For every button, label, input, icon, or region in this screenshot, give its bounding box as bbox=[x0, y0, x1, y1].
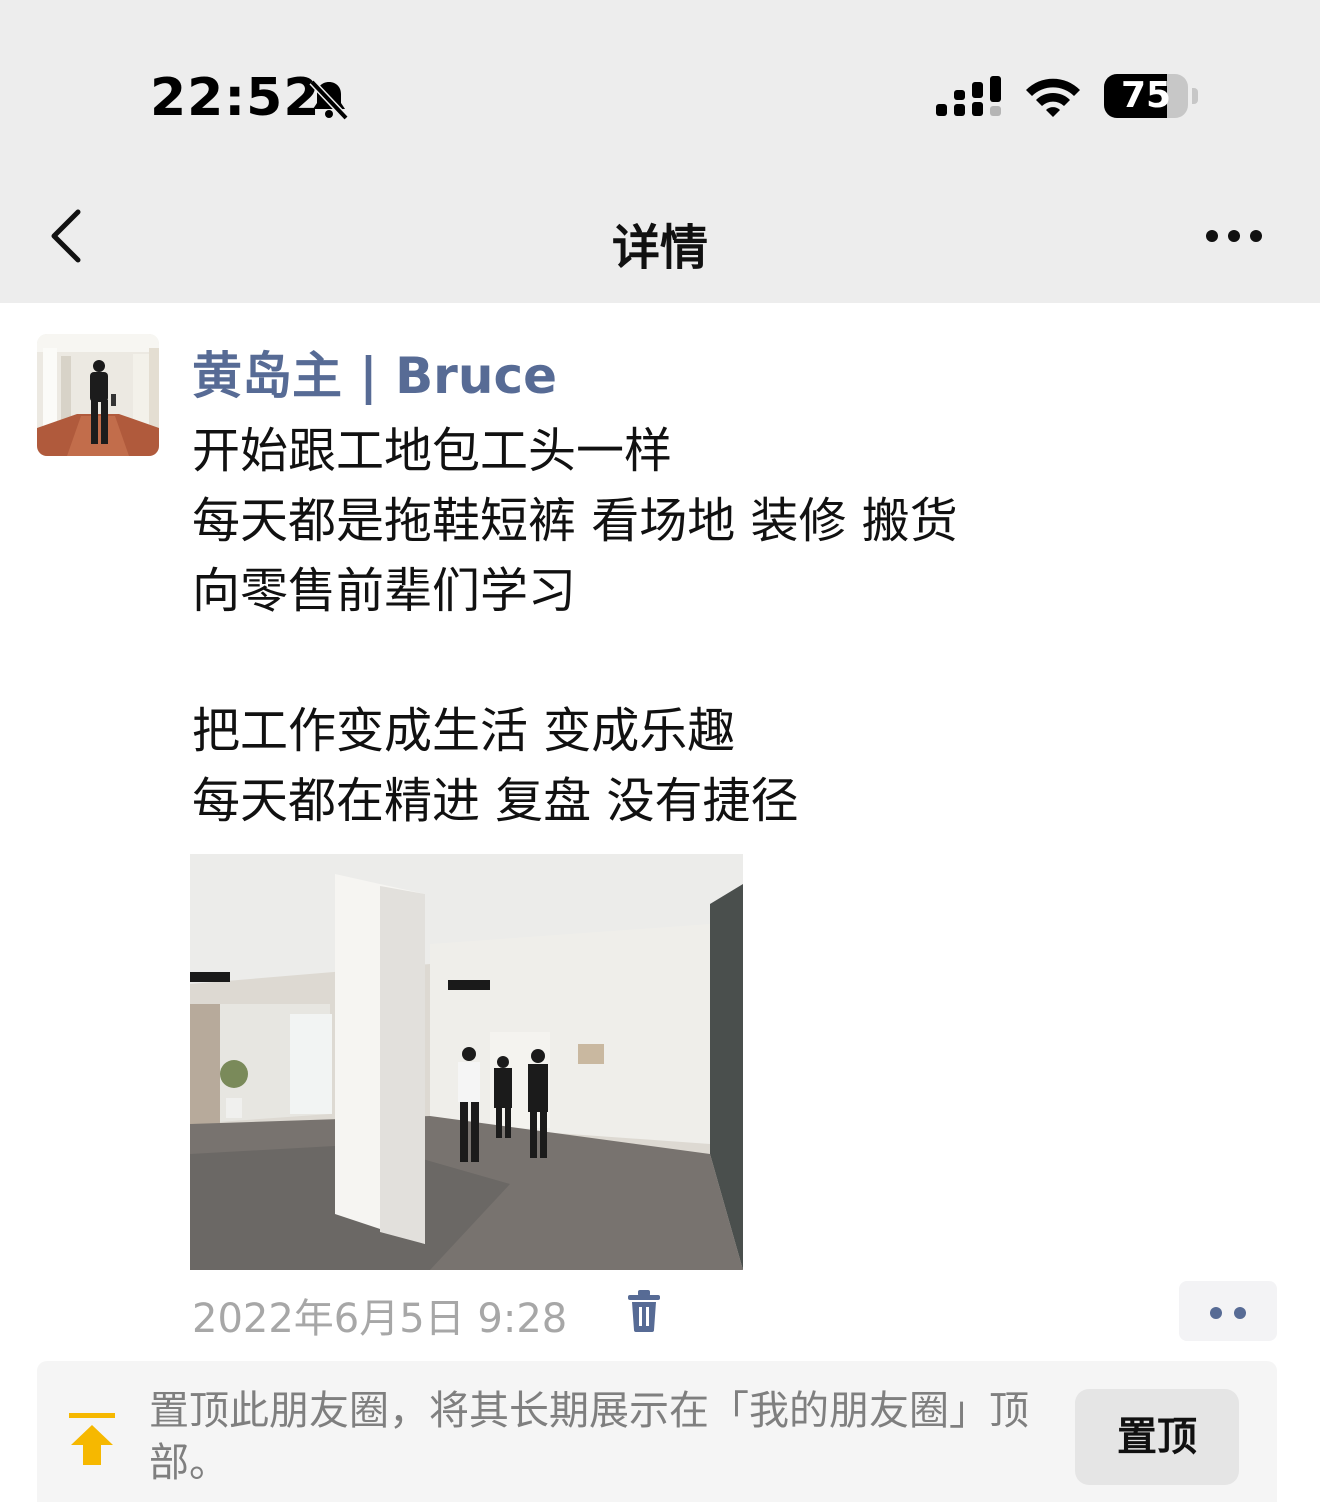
post-line: 向零售前辈们学习 bbox=[192, 563, 577, 619]
dot-icon bbox=[1210, 1307, 1222, 1319]
post-line: 每天都是拖鞋短裤 看场地 装修 搬货 bbox=[192, 493, 958, 549]
top-bar: 22:52 75 详情 bbox=[0, 0, 1320, 303]
pin-top-icon bbox=[69, 1413, 115, 1465]
room-photo bbox=[190, 854, 743, 1270]
post-actions-button[interactable] bbox=[1179, 1281, 1277, 1341]
post-text: 开始跟工地包工头一样 每天都是拖鞋短裤 看场地 装修 搬货 向零售前辈们学习 把… bbox=[192, 416, 958, 836]
author-name[interactable]: 黄岛主 | Bruce bbox=[192, 336, 557, 408]
trash-icon[interactable] bbox=[624, 1288, 664, 1334]
battery-level: 75 bbox=[1120, 75, 1172, 116]
page-title: 详情 bbox=[611, 220, 708, 276]
status-time: 22:52 bbox=[150, 68, 321, 128]
avatar-photo bbox=[37, 334, 159, 456]
post-line: 每天都在精进 复盘 没有捷径 bbox=[192, 773, 799, 829]
bell-off-icon bbox=[309, 79, 349, 121]
signal-icon bbox=[936, 76, 1001, 116]
pin-button[interactable]: 置顶 bbox=[1075, 1389, 1239, 1485]
pin-description: 置顶此朋友圈，将其长期展示在「我的朋友圈」顶部。 bbox=[149, 1388, 1029, 1486]
post-photo[interactable] bbox=[190, 854, 743, 1270]
pin-panel: 置顶此朋友圈，将其长期展示在「我的朋友圈」顶部。 置顶 bbox=[37, 1361, 1277, 1502]
post-line: 开始跟工地包工头一样 bbox=[192, 423, 673, 479]
battery-icon: 75 bbox=[1104, 74, 1198, 120]
dot-icon bbox=[1234, 1307, 1246, 1319]
wifi-icon bbox=[1026, 78, 1080, 117]
post-line bbox=[192, 626, 958, 696]
more-icon[interactable] bbox=[1200, 222, 1268, 250]
post-timestamp: 2022年6月5日 9:28 bbox=[192, 1296, 568, 1342]
post-line: 把工作变成生活 变成乐趣 bbox=[192, 703, 736, 759]
avatar[interactable] bbox=[37, 334, 159, 456]
